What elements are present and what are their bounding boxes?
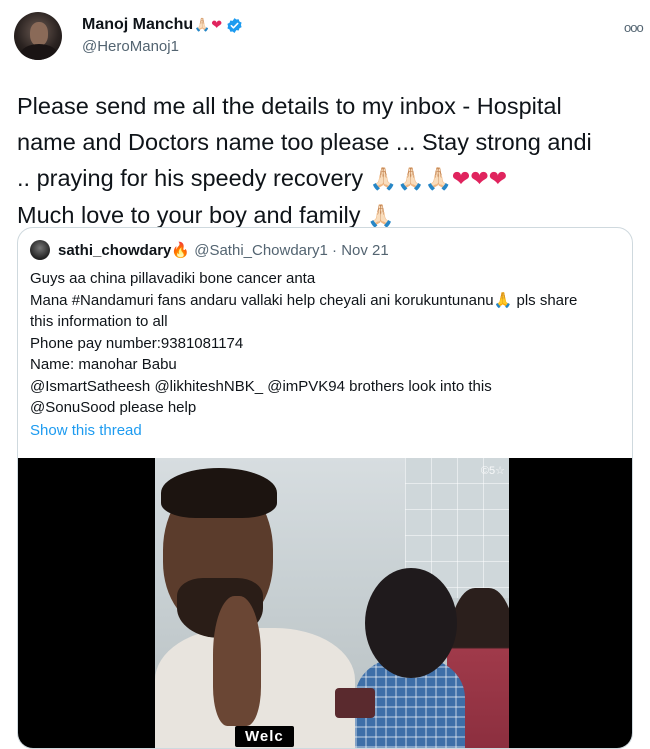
heart-icon: ❤ — [211, 17, 223, 32]
author-handle[interactable]: @HeroManoj1 — [82, 38, 179, 55]
quoted-handle: @Sathi_Chowdary1 — [194, 242, 328, 259]
tweet-line: Please send me all the details to my inb… — [17, 93, 562, 119]
tweet-line: Much love to your boy and family — [17, 202, 361, 228]
quoted-header: sathi_chowdary🔥 @Sathi_Chowdary1 · Nov 2… — [58, 241, 389, 259]
quoted-line: Mana #Nandamuri fans andaru vallaki help… — [30, 290, 622, 312]
show-thread-link[interactable]: Show this thread — [30, 422, 142, 439]
folded-hands-icon: 🙏🏻 — [369, 166, 398, 191]
avatar-face — [30, 22, 48, 46]
video-frame: ©5☆ Welc — [155, 458, 509, 748]
video-caption: Welc — [235, 726, 294, 747]
author-name-row: Manoj Manchu 🙏🏻 ❤ — [82, 16, 243, 34]
folded-hands-icon: 🙏🏻 — [367, 203, 395, 228]
folded-hands-icon: 🙏🏻 — [194, 17, 211, 32]
heart-icon: ❤ — [451, 166, 471, 191]
tweet-line: .. praying for his speedy recovery — [17, 165, 364, 191]
praying-hands — [213, 596, 261, 726]
tweet-line: name and Doctors name too please ... Sta… — [17, 129, 592, 155]
folded-hands-icon: 🙏🏻 — [397, 166, 425, 191]
tweet-text: Please send me all the details to my inb… — [17, 88, 637, 234]
held-object — [335, 688, 375, 718]
man-hair — [161, 468, 277, 518]
heart-icon: ❤ — [488, 166, 508, 191]
separator-dot: · — [332, 242, 338, 259]
quoted-line-tail: pls share — [516, 291, 578, 309]
quoted-text: Guys aa china pillavadiki bone cancer an… — [30, 268, 622, 419]
video-watermark: ©5☆ — [480, 465, 505, 477]
quoted-line: this information to all — [30, 313, 168, 330]
quoted-line: Phone pay number:9381081174 — [30, 334, 244, 352]
quoted-line-text: Mana #Nandamuri fans andaru vallaki help… — [30, 291, 494, 309]
quoted-author-avatar — [30, 240, 50, 260]
quoted-line: Name: manohar Babu — [30, 356, 177, 373]
folded-hands-icon: 🙏 — [493, 291, 513, 309]
quoted-line: Guys aa china pillavadiki bone cancer an… — [30, 270, 316, 287]
quoted-line: @IsmartSatheesh @likhiteshNBK_ @imPVK94 … — [30, 377, 492, 395]
child-head — [365, 568, 457, 678]
verified-badge-icon — [227, 17, 242, 33]
quoted-date: Nov 21 — [341, 242, 389, 259]
quoted-line: @SonuSood please help — [30, 399, 197, 416]
avatar-shoulders — [20, 44, 58, 60]
fire-icon: 🔥 — [171, 242, 191, 259]
quoted-tweet[interactable]: sathi_chowdary🔥 @Sathi_Chowdary1 · Nov 2… — [17, 227, 633, 749]
author-display-name[interactable]: Manoj Manchu — [82, 16, 193, 34]
tweet: Manoj Manchu 🙏🏻 ❤ @HeroManoj1 ooo Please… — [0, 0, 650, 749]
folded-hands-icon: 🙏🏻 — [424, 166, 452, 191]
heart-icon: ❤ — [470, 166, 489, 191]
more-options-icon[interactable]: ooo — [624, 20, 644, 35]
author-avatar[interactable] — [14, 12, 62, 60]
quoted-display-name: sathi_chowdary — [58, 242, 172, 259]
video-player[interactable]: ©5☆ Welc — [18, 458, 632, 748]
